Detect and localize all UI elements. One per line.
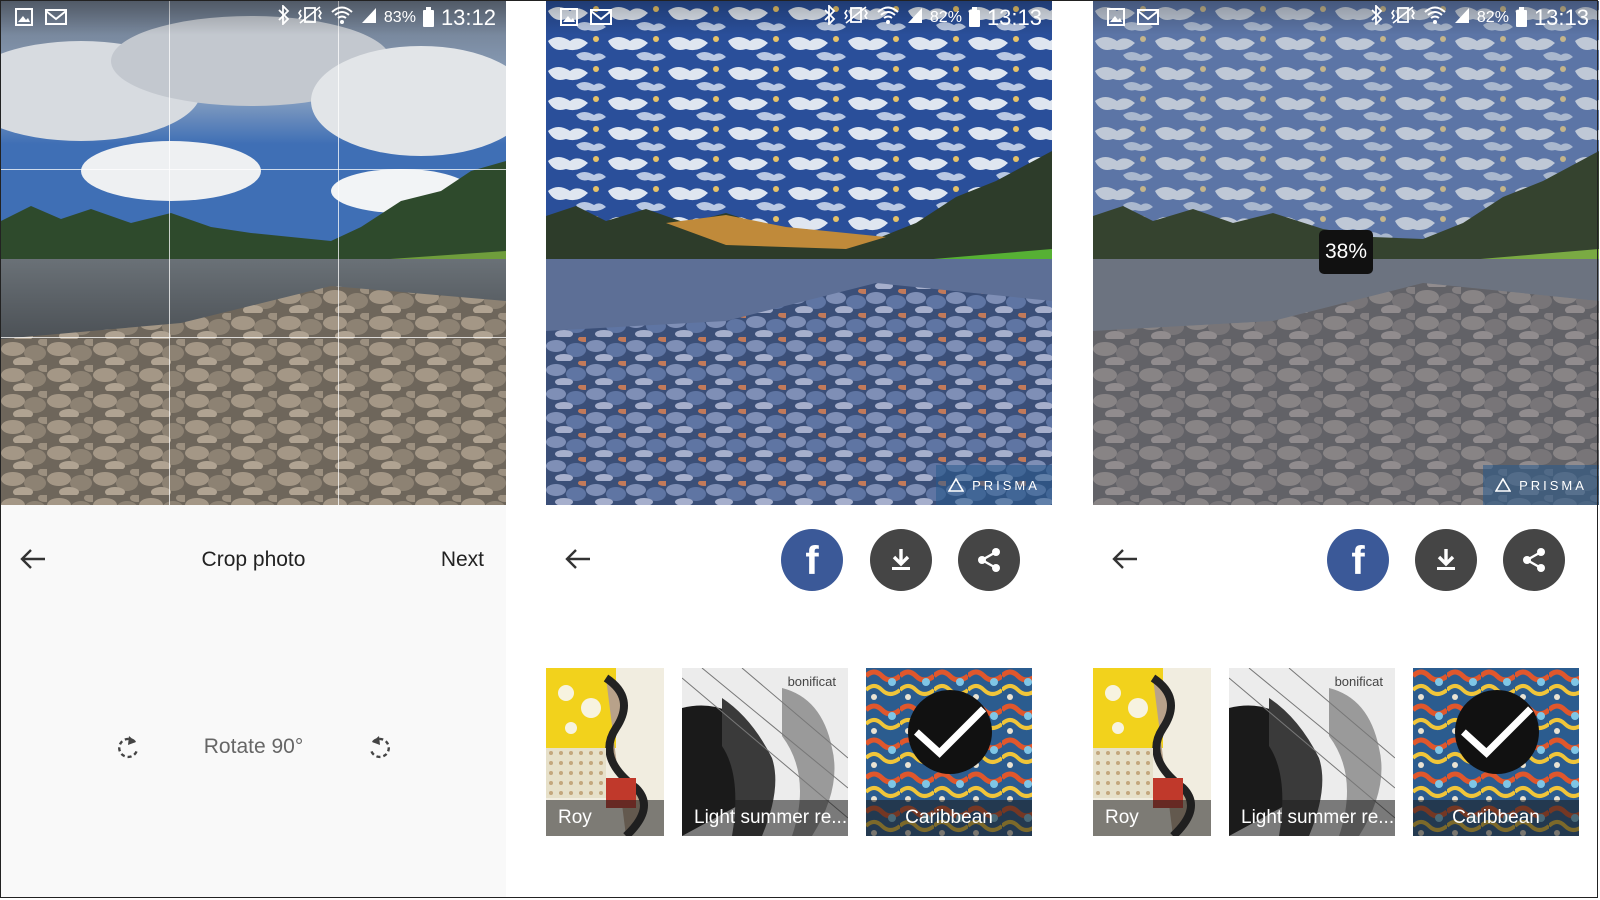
facebook-icon: f	[805, 538, 819, 583]
battery-icon	[1515, 6, 1527, 27]
battery-percent: 82%	[1476, 9, 1509, 26]
signal-icon	[361, 6, 377, 30]
download-icon	[1437, 549, 1455, 570]
processing-photo[interactable]: 38% PRISMA 82% 13:13	[1093, 1, 1599, 505]
prisma-watermark: PRISMA	[936, 465, 1052, 505]
filter-light-summer[interactable]: bonificat Light summer re...	[1229, 668, 1395, 836]
download-button[interactable]	[1415, 529, 1477, 591]
gmail-icon	[45, 8, 67, 32]
facebook-icon: f	[1351, 538, 1365, 583]
share-button[interactable]	[1503, 529, 1565, 591]
battery-icon	[968, 6, 980, 27]
crop-toolbar: Crop photo Next	[1, 525, 506, 595]
download-icon	[892, 549, 910, 570]
page-title: Crop photo	[201, 548, 306, 571]
filter-label: Caribbean	[866, 800, 1032, 836]
result-screen: PRISMA 82% 13:13 f Roy bonificat Light s…	[546, 1, 1052, 898]
rotate-controls: Rotate 90°	[1, 729, 506, 769]
bluetooth-icon	[278, 3, 290, 31]
checkmark-icon	[913, 706, 987, 758]
selected-check-badge	[908, 690, 992, 774]
clock: 13:13	[986, 5, 1042, 30]
gmail-icon	[590, 8, 612, 32]
wifi-icon	[1423, 5, 1447, 31]
prisma-watermark: PRISMA	[1483, 465, 1599, 505]
landscape-photo	[1, 1, 506, 505]
wifi-icon	[330, 5, 354, 31]
filter-roy[interactable]: Roy	[546, 668, 664, 836]
status-bar: 82% 13:13	[1093, 1, 1599, 35]
processing-screen: 38% PRISMA 82% 13:13 f Roy bonificat Lig…	[1093, 1, 1599, 898]
share-icon	[1523, 548, 1545, 572]
styled-photo[interactable]: PRISMA 82% 13:13	[546, 1, 1052, 505]
download-button[interactable]	[870, 529, 932, 591]
gallery-icon	[1107, 8, 1125, 32]
prisma-logo-icon	[948, 478, 965, 492]
battery-percent: 82%	[929, 9, 962, 26]
signal-icon	[1454, 6, 1470, 30]
gmail-icon	[1137, 8, 1159, 32]
rotate-label[interactable]: Rotate 90°	[1, 735, 506, 759]
artist-signature: bonificat	[787, 674, 836, 689]
filter-label: Light summer re...	[1229, 800, 1395, 836]
gallery-icon	[15, 8, 33, 32]
filter-label: Caribbean	[1413, 800, 1579, 836]
filter-strip: Roy bonificat Light summer re... Caribbe…	[546, 668, 1052, 836]
styled-landscape	[546, 1, 1052, 505]
rotate-right-icon[interactable]	[365, 733, 395, 763]
share-icon	[978, 548, 1000, 572]
back-arrow-icon[interactable]	[564, 547, 592, 571]
clock: 13:13	[1533, 5, 1589, 30]
share-toolbar: f	[1093, 525, 1599, 595]
battery-icon	[422, 6, 434, 27]
status-bar: 82% 13:13	[546, 1, 1052, 35]
filter-caribbean[interactable]: Caribbean	[866, 668, 1032, 836]
share-toolbar: f	[546, 525, 1052, 595]
back-arrow-icon[interactable]	[1111, 547, 1139, 571]
share-button[interactable]	[958, 529, 1020, 591]
signal-icon	[907, 6, 923, 30]
prisma-logo-icon	[1495, 478, 1512, 492]
next-button[interactable]: Next	[441, 548, 484, 572]
filter-roy[interactable]: Roy	[1093, 668, 1211, 836]
facebook-share-button[interactable]: f	[1327, 529, 1389, 591]
photo-preview[interactable]: 83% 13:12	[1, 1, 506, 505]
progress-indicator: 38%	[1319, 230, 1373, 274]
crop-screen: 83% 13:12 Crop photo Next Rotate 90°	[1, 1, 506, 898]
vibrate-icon	[1390, 5, 1416, 31]
filter-strip: Roy bonificat Light summer re... Caribbe…	[1093, 668, 1599, 836]
wifi-icon	[876, 5, 900, 31]
filter-label: Light summer re...	[682, 800, 848, 836]
bluetooth-icon	[1371, 3, 1383, 31]
battery-percent: 83%	[383, 9, 416, 26]
filter-label: Roy	[1093, 800, 1211, 836]
bluetooth-icon	[824, 3, 836, 31]
filter-caribbean[interactable]: Caribbean	[1413, 668, 1579, 836]
vibrate-icon	[297, 5, 323, 31]
watermark-text: PRISMA	[972, 477, 1040, 493]
watermark-text: PRISMA	[1519, 477, 1587, 493]
artist-signature: bonificat	[1334, 674, 1383, 689]
facebook-share-button[interactable]: f	[781, 529, 843, 591]
filter-light-summer[interactable]: bonificat Light summer re...	[682, 668, 848, 836]
checkmark-icon	[1460, 706, 1534, 758]
filter-label: Roy	[546, 800, 664, 836]
gallery-icon	[560, 8, 578, 32]
status-bar: 83% 13:12	[1, 1, 506, 35]
selected-check-badge	[1455, 690, 1539, 774]
clock: 13:12	[440, 5, 496, 30]
vibrate-icon	[843, 5, 869, 31]
